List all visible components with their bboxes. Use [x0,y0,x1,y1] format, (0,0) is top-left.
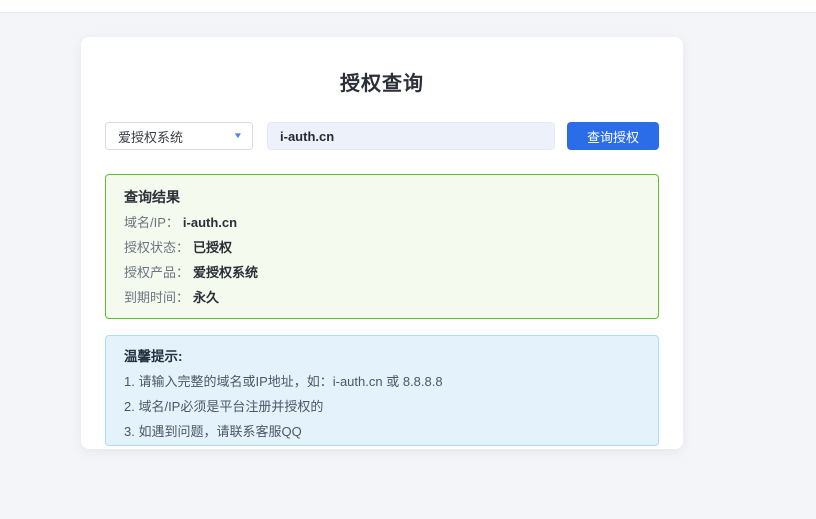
result-label: 到期时间： [124,290,189,305]
result-row-domain: 域名/IP： i-auth.cn [124,215,640,230]
query-form: 爱授权系统 ▼ 查询授权 [105,122,659,150]
result-value: 已授权 [193,240,232,255]
chevron-down-icon: ▼ [233,132,243,140]
page-title: 授权查询 [105,67,659,96]
tip-item: 1. 请输入完整的域名或IP地址，如：i-auth.cn 或 8.8.8.8 [124,374,640,389]
query-result-panel: 查询结果 域名/IP： i-auth.cn 授权状态： 已授权 授权产品： 爱授权系统… [105,174,659,319]
result-row-expiry: 到期时间： 永久 [124,290,640,305]
result-row-status: 授权状态： 已授权 [124,240,640,255]
domain-input[interactable] [267,122,555,150]
tips-panel: 温馨提示: 1. 请输入完整的域名或IP地址，如：i-auth.cn 或 8.8… [105,335,659,446]
result-value: 永久 [193,290,219,305]
result-row-product: 授权产品： 爱授权系统 [124,265,640,280]
product-select[interactable]: 爱授权系统 ▼ [105,122,253,150]
tips-heading: 温馨提示: [124,349,640,364]
result-label: 域名/IP： [124,215,179,230]
result-value: i-auth.cn [183,215,237,230]
top-bar [0,0,816,13]
result-label: 授权产品： [124,265,189,280]
auth-query-card: 授权查询 爱授权系统 ▼ 查询授权 查询结果 域名/IP： i-auth.cn 授… [81,37,683,449]
result-value: 爱授权系统 [193,265,258,280]
product-select-value: 爱授权系统 [118,127,183,146]
tip-item: 2. 域名/IP必须是平台注册并授权的 [124,399,640,414]
result-heading: 查询结果 [124,189,640,205]
query-submit-button[interactable]: 查询授权 [567,122,659,150]
result-label: 授权状态： [124,240,189,255]
tip-item: 3. 如遇到问题，请联系客服QQ [124,424,640,439]
